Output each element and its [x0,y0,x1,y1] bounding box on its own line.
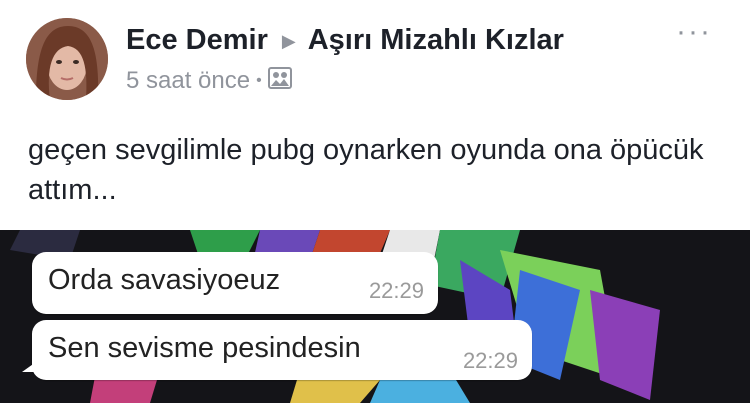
bubble-tail [22,362,36,372]
post-body-text: geçen sevgilimle pubg oynarken oyunda on… [28,134,704,206]
message-time: 22:29 [368,278,424,303]
author-name[interactable]: Ece Demir [126,24,268,57]
avatar-image [26,18,108,100]
group-name[interactable]: Aşırı Mizahlı Kızlar [308,24,564,57]
message-time: 22:29 [462,348,518,373]
more-options-icon[interactable]: ··· [676,17,712,47]
message-bubble: Orda savasiyoeuz 22:29 [32,252,438,314]
message-text: Sen sevisme pesindesin [48,332,361,364]
author-avatar[interactable] [26,18,108,100]
post-meta: 5 saat önce • [126,66,292,96]
message-bubble: Sen sevisme pesindesin 22:29 [22,320,532,380]
message-text: Orda savasiyoeuz [48,264,281,296]
meta-separator: • [256,72,262,89]
photo-icon [267,66,292,96]
post-timestamp[interactable]: 5 saat önce [126,67,250,95]
post-header: Ece Demir ▶ Aşırı Mizahlı Kızlar 5 saat … [0,0,750,110]
post-image[interactable]: Orda savasiyoeuz 22:29 Sen sevisme pesin… [0,230,750,403]
shared-to-arrow-icon: ▶ [281,30,296,51]
post-title: Ece Demir ▶ Aşırı Mizahlı Kızlar [126,20,564,60]
